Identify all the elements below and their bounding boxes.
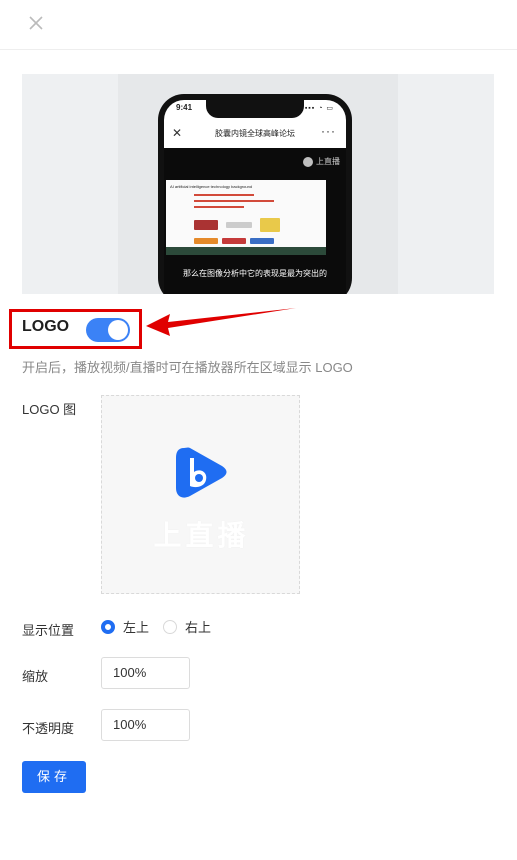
slide-arrow-box [194,238,218,244]
status-time: 9:41 [176,103,193,112]
logo-brand-text: 上直播 [153,520,250,551]
radio-top-left-label: 左上 [123,620,150,635]
slide-text-line [194,206,244,208]
logo-hint-text: 开启后，播放视频/直播时可在播放器所在区域显示 LOGO [22,360,353,375]
slide-text-line [194,194,254,196]
slide-diagram [226,222,252,228]
slide-title: AI artificial intelligence technology ba… [170,184,253,189]
slide-image [260,218,280,232]
position-label: 显示位置 [22,623,75,638]
status-icons: ▪▪▪ ◔ ▭ [304,105,334,112]
radio-top-left[interactable]: 左上 [101,617,149,636]
save-button[interactable]: 保存 [22,761,86,793]
slide-arrow-box [222,238,246,244]
logo-label: LOGO [22,318,70,335]
close-icon[interactable] [26,13,46,33]
opacity-label: 不透明度 [22,721,75,736]
more-icon: ··· [321,124,336,138]
video-logo-text: 上直播 [316,157,340,166]
slide-text-line [194,200,274,202]
slide-footer [166,247,326,255]
slide-arrow-box [250,238,274,244]
position-radio-group: 左上 右上 [101,617,211,636]
logo-play-icon [176,447,227,498]
radio-unchecked-icon [163,619,178,634]
phone-notch [206,100,304,118]
scale-input[interactable]: 100% [101,657,190,689]
logo-toggle-row: LOGO [22,318,130,342]
scale-label: 缩放 [22,669,49,684]
slide-image [194,220,218,230]
logo-image-label: LOGO 图 [22,402,77,417]
radio-checked-icon [101,619,115,634]
presentation-slide: AI artificial intelligence technology ba… [166,180,326,255]
player-preview: 9:41 ▪▪▪ ◔ ▭ ✕ 胶囊内镜全球高峰论坛 ··· 上直播 AI art… [22,74,494,294]
opacity-input[interactable]: 100% [101,709,190,741]
dialog-header [0,0,517,50]
logo-image-uploader[interactable]: 上直播 [101,395,300,594]
video-logo-watermark: 上直播 [303,156,340,167]
logo-mark-icon [303,156,313,167]
logo-toggle-switch[interactable] [86,318,130,342]
radio-top-right[interactable]: 右上 [163,617,211,636]
video-area: 上直播 AI artificial intelligence technolog… [164,148,346,294]
nav-title: 胶囊内镜全球高峰论坛 [215,129,295,138]
annotation-arrow-icon [146,308,296,336]
toggle-knob [108,320,128,340]
video-subtitle: 那么在图像分析中它的表现是最为突出的 [183,269,327,278]
radio-top-right-label: 右上 [185,620,212,635]
phone-screen: 9:41 ▪▪▪ ◔ ▭ ✕ 胶囊内镜全球高峰论坛 ··· 上直播 AI art… [164,100,346,294]
phone-mockup: 9:41 ▪▪▪ ◔ ▭ ✕ 胶囊内镜全球高峰论坛 ··· 上直播 AI art… [158,94,352,294]
